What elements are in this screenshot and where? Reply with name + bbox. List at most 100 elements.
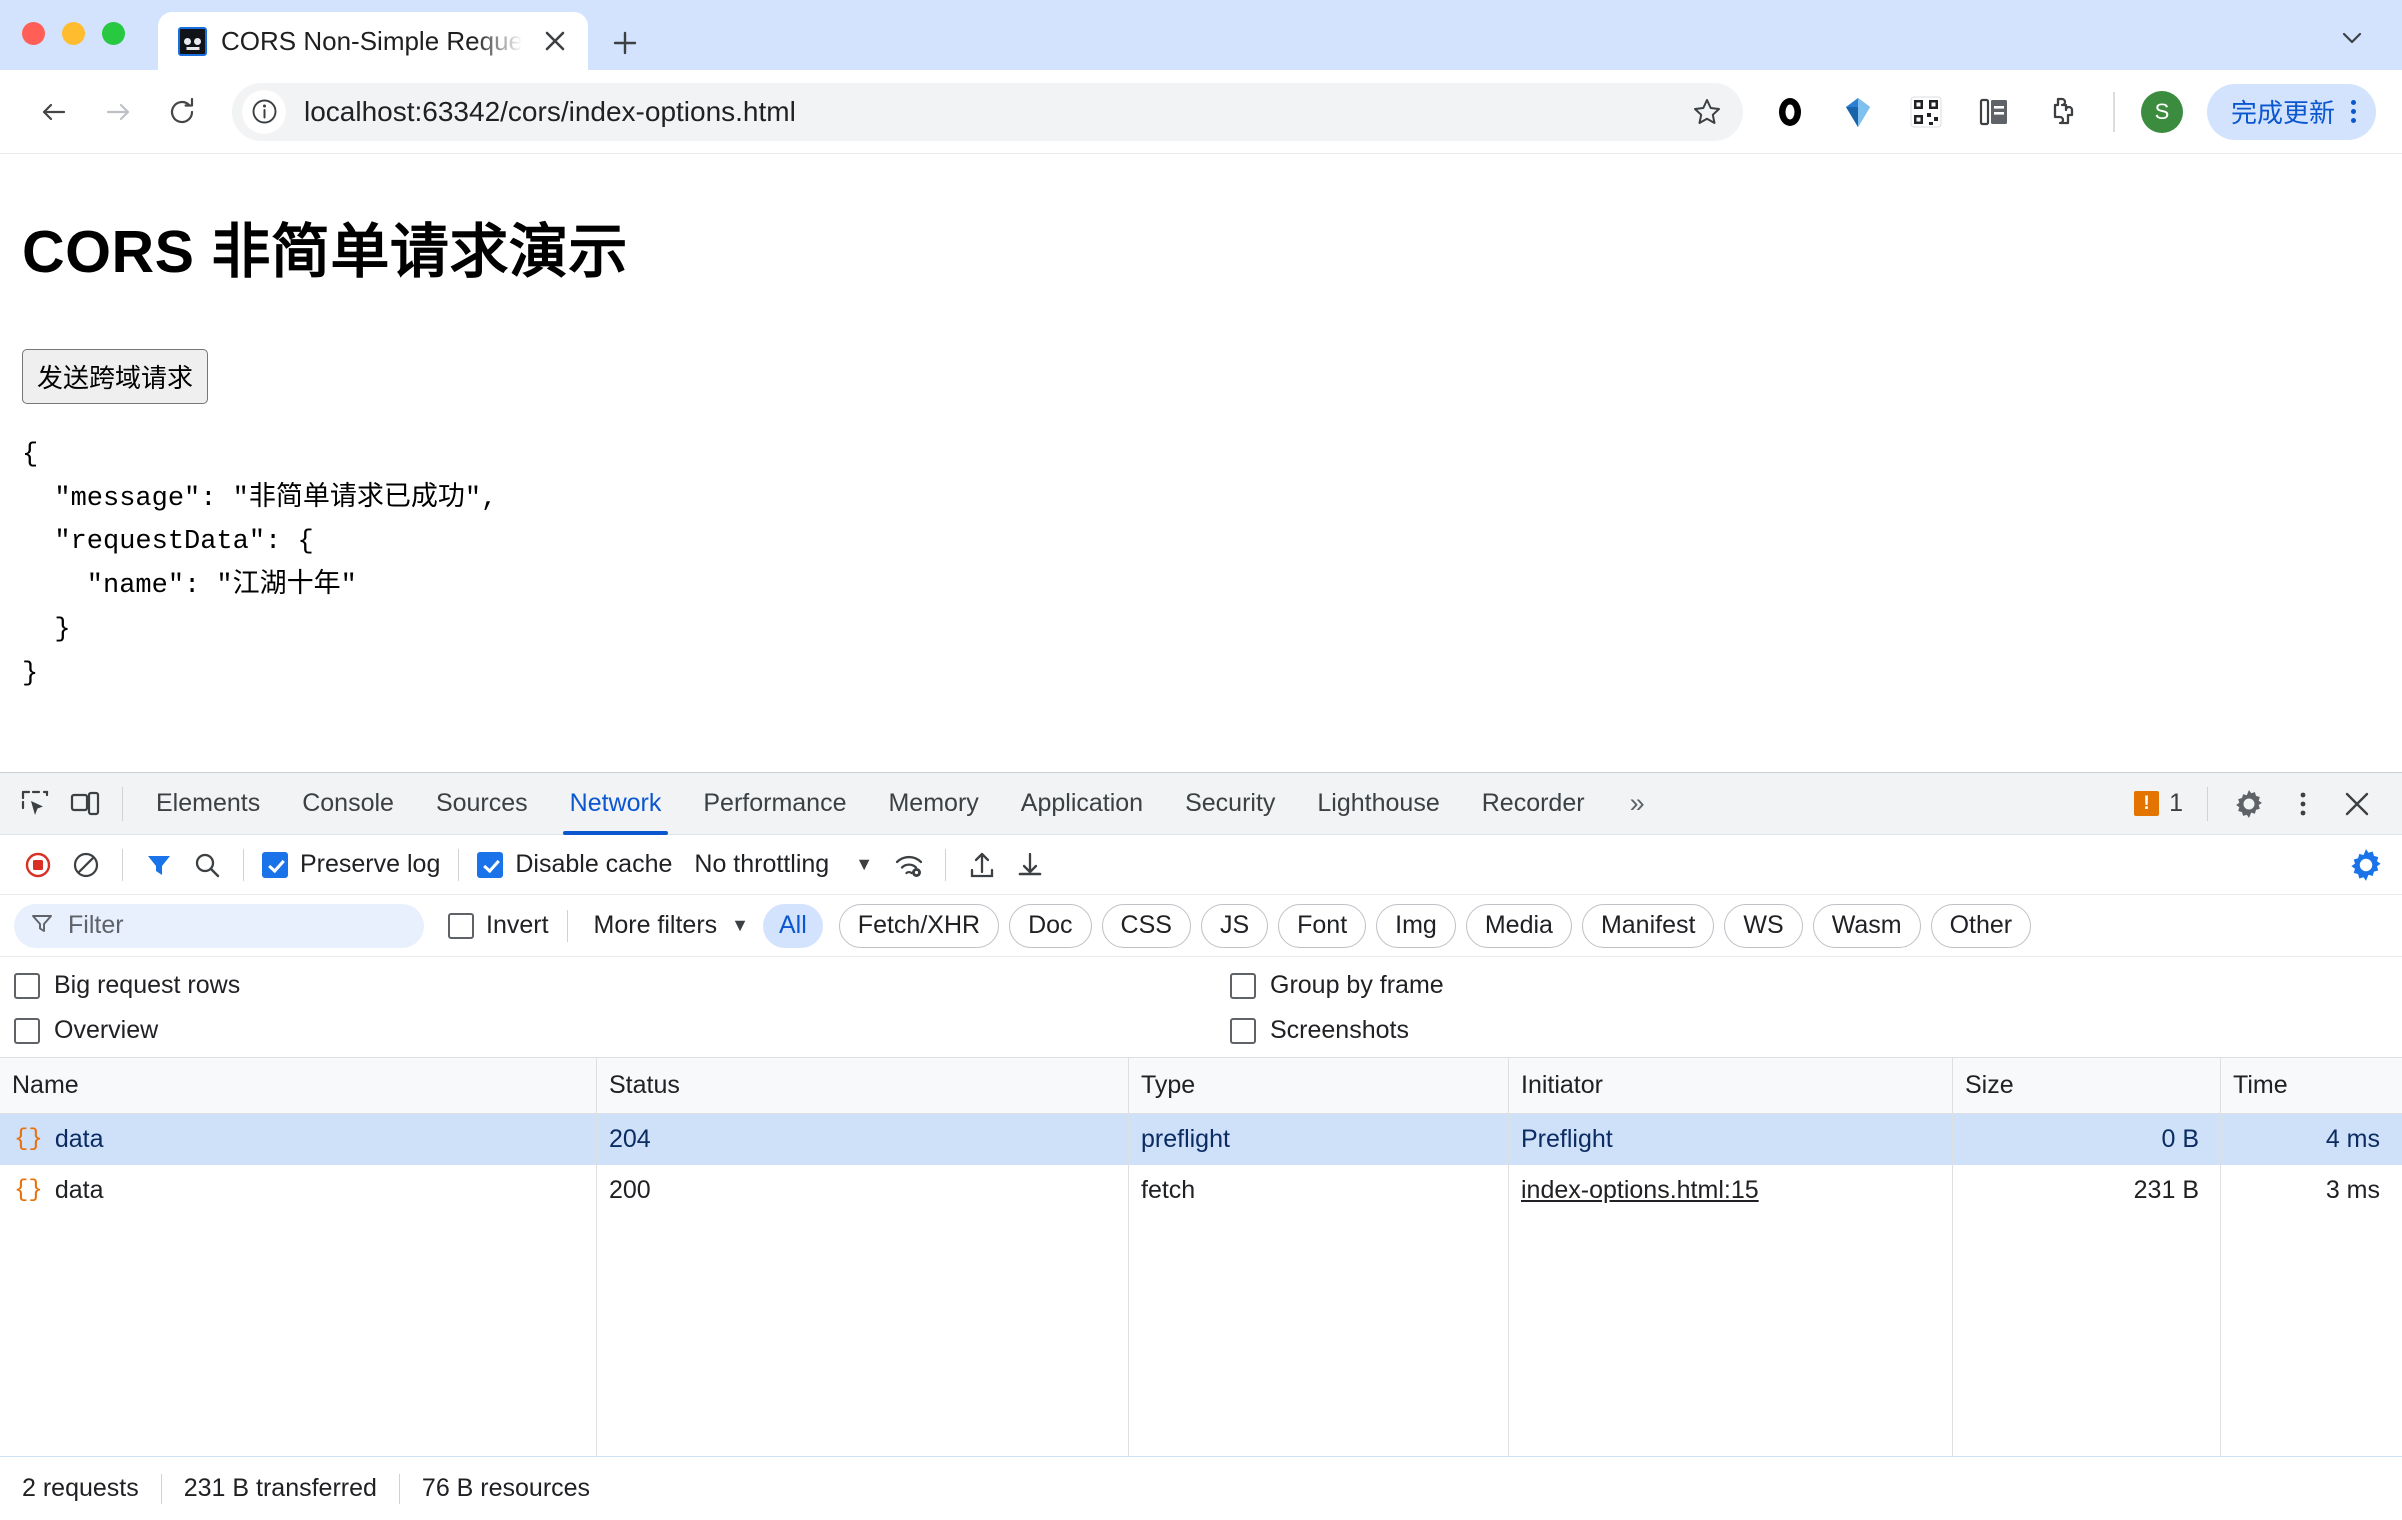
more-filters-dropdown[interactable]: More filters ▼ — [580, 911, 763, 940]
tab-sources[interactable]: Sources — [415, 773, 549, 835]
filter-chip-wasm[interactable]: Wasm — [1812, 903, 1921, 948]
filter-chip-img[interactable]: Img — [1376, 903, 1456, 948]
filter-chip-css[interactable]: CSS — [1101, 903, 1191, 948]
more-tabs-button[interactable]: » — [1606, 773, 1669, 835]
toolbar-divider — [458, 848, 460, 881]
tab-strip: CORS Non-Simple Request D — [0, 0, 2402, 70]
devtools-tabbar-actions: ! 1 — [2126, 779, 2388, 829]
checkbox-box — [1230, 1017, 1256, 1044]
maximize-window-button[interactable] — [102, 21, 125, 45]
column-header-time[interactable]: Time — [2221, 1058, 2402, 1113]
back-button[interactable] — [26, 84, 82, 140]
tab-security[interactable]: Security — [1164, 773, 1296, 835]
response-output: { "message": "非简单请求已成功", "requestData": … — [22, 440, 498, 689]
avatar[interactable]: S — [2140, 90, 2183, 133]
group-by-frame-checkbox[interactable]: Group by frame — [1222, 971, 1444, 1000]
tab-recorder[interactable]: Recorder — [1461, 773, 1606, 835]
cell-time: 4 ms — [2325, 1125, 2380, 1153]
tab-memory[interactable]: Memory — [867, 773, 999, 835]
filter-input[interactable]: Filter — [14, 903, 424, 948]
export-har-icon[interactable] — [1006, 841, 1054, 889]
toolbar-divider — [243, 848, 244, 881]
filter-chip-ws[interactable]: WS — [1724, 903, 1803, 948]
opera-ring-icon[interactable] — [1765, 87, 1815, 137]
filter-chip-other[interactable]: Other — [1930, 903, 2032, 948]
puzzle-extensions-icon[interactable] — [2037, 87, 2087, 137]
table-row[interactable]: {} data 204 preflight Preflight 0 B 4 ms — [0, 1114, 2402, 1165]
close-window-button[interactable] — [22, 21, 45, 45]
screenshots-checkbox[interactable]: Screenshots — [1222, 1016, 1409, 1045]
tab-application[interactable]: Application — [1000, 773, 1164, 835]
checkbox-box — [1230, 972, 1256, 999]
tab-elements[interactable]: Elements — [135, 773, 281, 835]
tab-lighthouse[interactable]: Lighthouse — [1296, 773, 1460, 835]
toolbar-divider — [945, 848, 947, 881]
network-filter-bar: Filter Invert More filters ▼ All Fetch/X… — [0, 895, 2402, 957]
tab-performance[interactable]: Performance — [682, 773, 867, 835]
reload-button[interactable] — [154, 84, 210, 140]
filter-funnel-icon[interactable] — [135, 841, 183, 889]
invert-checkbox[interactable]: Invert — [424, 911, 555, 940]
network-settings-gear-icon[interactable] — [2342, 841, 2390, 889]
new-tab-button[interactable] — [606, 24, 644, 62]
preserve-log-checkbox[interactable]: Preserve log — [256, 850, 446, 879]
window-controls — [22, 0, 125, 70]
filter-chip-manifest[interactable]: Manifest — [1581, 903, 1715, 948]
clear-icon[interactable] — [62, 841, 110, 889]
filter-chip-fetch-xhr[interactable]: Fetch/XHR — [838, 903, 1000, 948]
filter-chip-media[interactable]: Media — [1465, 903, 1572, 948]
blue-diamond-pin-icon[interactable] — [1833, 87, 1883, 137]
options-row-1: Big request rows Group by frame — [0, 971, 2402, 1000]
inspect-element-icon[interactable] — [10, 779, 60, 829]
filter-chip-js[interactable]: JS — [1200, 903, 1269, 948]
browser-tab[interactable]: CORS Non-Simple Request D — [158, 12, 588, 70]
throttling-dropdown[interactable]: No throttling ▼ — [678, 850, 885, 879]
cell-initiator: index-options.html:15 — [1509, 1165, 1953, 1216]
cell-size: 231 B — [2133, 1176, 2199, 1204]
tab-console[interactable]: Console — [281, 773, 415, 835]
wifi-settings-icon[interactable] — [885, 841, 933, 889]
network-requests-table: Name Status Type Initiator Size Time {} … — [0, 1058, 2402, 1456]
column-header-initiator[interactable]: Initiator — [1509, 1058, 1953, 1113]
initiator-link[interactable]: index-options.html:15 — [1521, 1176, 1759, 1204]
close-tab-button[interactable] — [536, 22, 574, 60]
import-har-icon[interactable] — [958, 841, 1006, 889]
send-cross-origin-request-button[interactable]: 发送跨域请求 — [22, 349, 209, 404]
filter-chip-doc[interactable]: Doc — [1009, 903, 1092, 948]
filter-chip-font[interactable]: Font — [1278, 903, 1367, 948]
big-request-rows-checkbox[interactable]: Big request rows — [0, 971, 1222, 1000]
filter-chip-all[interactable]: All — [763, 903, 823, 948]
overview-checkbox[interactable]: Overview — [0, 1016, 1222, 1045]
device-toolbar-icon[interactable] — [60, 779, 110, 829]
network-toolbar: Preserve log Disable cache No throttling… — [0, 835, 2402, 895]
column-header-status[interactable]: Status — [597, 1058, 1129, 1113]
info-circle-icon[interactable] — [242, 89, 286, 134]
request-name: data — [54, 1176, 104, 1204]
toolbar-divider — [2112, 91, 2115, 132]
minimize-window-button[interactable] — [62, 21, 85, 45]
chrome-menu-icon[interactable] — [2341, 100, 2366, 123]
update-button[interactable]: 完成更新 — [2206, 83, 2376, 140]
bookmark-star-icon[interactable] — [1683, 88, 1731, 136]
filter-placeholder: Filter — [68, 911, 124, 939]
address-bar[interactable]: localhost:63342/cors/index-options.html — [232, 82, 1743, 141]
chevron-down-icon[interactable] — [2330, 16, 2374, 60]
request-name: data — [54, 1125, 104, 1153]
qr-code-icon[interactable] — [1901, 87, 1951, 137]
big-request-rows-label: Big request rows — [54, 971, 241, 999]
column-header-size[interactable]: Size — [1953, 1058, 2221, 1113]
table-row[interactable]: {} data 200 fetch index-options.html:15 … — [0, 1165, 2402, 1216]
column-header-type[interactable]: Type — [1129, 1058, 1509, 1113]
close-icon[interactable] — [2332, 779, 2382, 829]
reading-list-icon[interactable] — [1969, 87, 2019, 137]
search-icon[interactable] — [183, 841, 231, 889]
update-button-label: 完成更新 — [2230, 98, 2335, 128]
warning-badge[interactable]: ! 1 — [2126, 789, 2191, 818]
column-header-name[interactable]: Name — [0, 1058, 597, 1113]
disable-cache-checkbox[interactable]: Disable cache — [471, 850, 678, 879]
forward-button[interactable] — [90, 84, 146, 140]
more-vertical-icon[interactable] — [2278, 779, 2328, 829]
record-stop-icon[interactable] — [14, 841, 62, 889]
tab-network[interactable]: Network — [549, 773, 683, 835]
gear-icon[interactable] — [2224, 779, 2274, 829]
